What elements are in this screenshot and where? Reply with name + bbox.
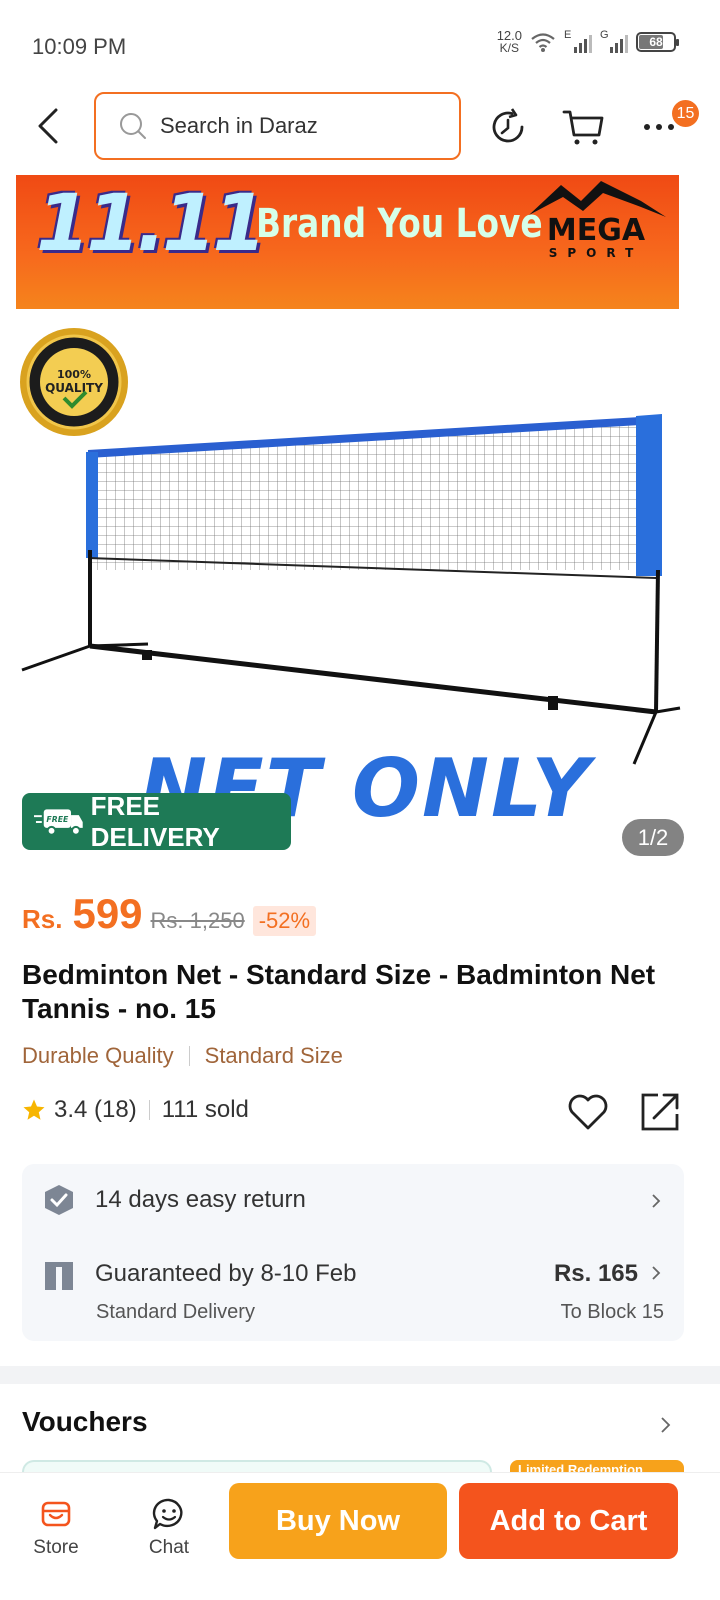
delivery-row[interactable]: Guaranteed by 8-10 Feb Standard Delivery… <box>22 1244 684 1341</box>
svg-text:SPORT: SPORT <box>549 246 644 260</box>
svg-text:MEGA: MEGA <box>547 213 646 248</box>
bottom-action-bar: Store Chat Buy Now Add to Cart <box>0 1472 720 1600</box>
free-delivery-badge: FREE FREE DELIVERY <box>22 790 291 852</box>
service-card: 14 days easy return Guaranteed by 8-10 F… <box>22 1164 684 1341</box>
history-button[interactable] <box>485 104 531 150</box>
product-gallery[interactable]: 100% QUALITY NET ONLY FREE FREE DELIVERY… <box>0 310 720 870</box>
badminton-net-image <box>21 414 681 765</box>
chevron-right-icon <box>652 1266 661 1280</box>
price-value: 599 <box>72 890 143 937</box>
original-price: Rs. 1,250 <box>150 908 245 933</box>
chat-button[interactable]: Chat <box>129 1497 209 1559</box>
store-button[interactable]: Store <box>16 1497 96 1559</box>
search-input[interactable]: Search in Daraz <box>94 92 461 160</box>
share-button[interactable] <box>638 1090 682 1134</box>
product-tags: Durable Quality Standard Size <box>22 1043 343 1069</box>
svg-text:100%: 100% <box>57 368 91 381</box>
tag-standard-size: Standard Size <box>204 1043 343 1068</box>
chevron-right-icon <box>652 1194 661 1208</box>
return-policy-row[interactable]: 14 days easy return <box>22 1164 684 1236</box>
wifi-icon <box>531 33 555 52</box>
shield-check-icon <box>45 1185 73 1215</box>
discount-badge: -52% <box>252 906 317 936</box>
tag-durable-quality: Durable Quality <box>22 1043 174 1068</box>
svg-text:QUALITY: QUALITY <box>45 381 103 395</box>
sold-count: 111 sold <box>161 1096 249 1123</box>
network-speed: 12.0 K/S <box>497 29 522 55</box>
image-page-indicator: 1/2 <box>622 819 684 856</box>
battery-icon: 68 <box>636 32 679 52</box>
vouchers-title[interactable]: Vouchers <box>22 1406 148 1438</box>
status-time: 10:09 PM <box>32 34 127 59</box>
store-label: Store <box>33 1537 79 1558</box>
chat-label: Chat <box>148 1537 190 1558</box>
product-title: Bedminton Net - Standard Size - Badminto… <box>22 959 656 1024</box>
section-divider <box>0 1366 720 1384</box>
return-policy-text: 14 days easy return <box>95 1186 306 1213</box>
back-arrow-icon <box>38 108 58 144</box>
delivery-truck-icon: FREE <box>34 808 83 836</box>
delivery-price: Rs. 165 <box>553 1260 638 1287</box>
more-icon <box>644 124 674 130</box>
rating-separator <box>148 1100 150 1120</box>
cart-button[interactable] <box>560 104 606 150</box>
status-icons: 12.0 K/S E G 68 <box>497 29 679 55</box>
tag-separator <box>188 1046 190 1066</box>
top-nav: Search in Daraz <box>0 90 720 162</box>
free-delivery-label: FREE DELIVERY <box>90 790 220 852</box>
back-button[interactable] <box>28 104 68 148</box>
signal-sim1-icon: E <box>564 29 592 53</box>
buy-now-button[interactable]: Buy Now <box>229 1483 447 1559</box>
delivery-type-text: Standard Delivery <box>96 1301 255 1323</box>
rating-row[interactable]: 3.4 (18) 111 sold <box>22 1096 249 1124</box>
search-placeholder: Search in Daraz <box>160 113 318 138</box>
star-icon <box>23 1099 45 1120</box>
svg-text:FREE: FREE <box>46 815 69 824</box>
notification-badge: 15 <box>672 100 699 127</box>
signal-sim2-icon: G <box>600 29 628 53</box>
store-icon <box>41 1501 71 1527</box>
battery-level: 68 <box>649 35 663 49</box>
price-row: Rs. 599 Rs. 1,250 -52% <box>22 890 317 938</box>
add-to-cart-button[interactable]: Add to Cart <box>459 1483 678 1559</box>
status-bar: 10:09 PM 12.0 K/S E G 68 <box>0 0 720 90</box>
delivery-guarantee-text: Guaranteed by 8-10 Feb <box>95 1260 357 1287</box>
chat-icon <box>152 1498 183 1530</box>
search-icon <box>120 113 146 139</box>
price-currency: Rs. <box>22 904 63 934</box>
cart-icon <box>562 110 604 145</box>
rating-value: 3.4 (18) <box>54 1096 137 1123</box>
package-icon <box>45 1262 73 1290</box>
mega-sport-logo: MEGA SPORT <box>529 181 666 260</box>
chevron-right-icon[interactable] <box>656 1416 674 1434</box>
history-icon <box>492 108 524 143</box>
heart-icon <box>568 1094 608 1130</box>
wishlist-button[interactable] <box>566 1090 610 1134</box>
network-speed-unit: K/S <box>499 41 520 55</box>
delivery-location: To Block 15 <box>560 1301 664 1323</box>
promo-banner[interactable]: 11.11 Brand You Love MEGA SPORT <box>16 175 679 309</box>
banner-tagline: Brand You Love <box>256 201 543 247</box>
share-icon <box>641 1093 679 1131</box>
banner-1111-text: 11.11 <box>36 179 267 269</box>
